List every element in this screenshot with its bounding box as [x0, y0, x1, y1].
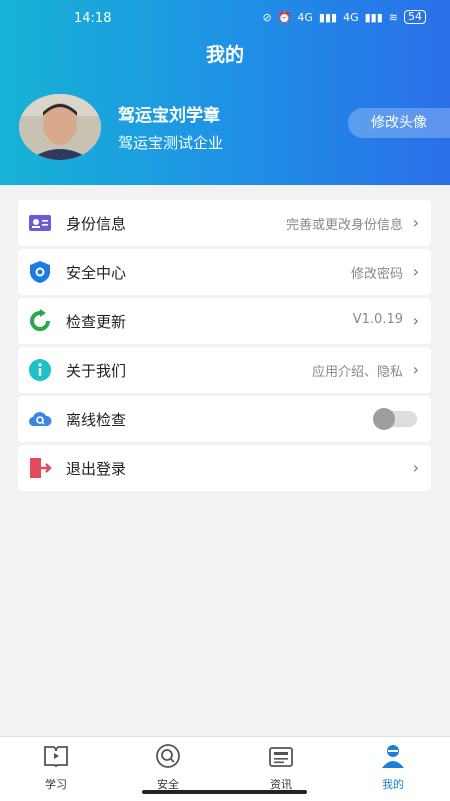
avatar-photo — [19, 94, 101, 160]
menu-item-label: 安全中心 — [66, 264, 127, 282]
home-indicator — [142, 790, 307, 794]
signal-2-icon: ▮▮▮ — [364, 10, 383, 24]
menu-item-logout[interactable]: 退出登录 › — [18, 445, 431, 491]
user-company: 驾运宝测试企业 — [118, 134, 224, 152]
offline-check-toggle[interactable] — [373, 408, 417, 430]
menu-item-value: V1.0.19 — [352, 312, 403, 327]
refresh-icon — [30, 309, 50, 331]
id-card-icon — [29, 215, 51, 231]
search-circle-icon — [156, 744, 180, 768]
shield-icon — [30, 261, 50, 283]
menu-item-label: 离线检查 — [66, 411, 127, 429]
news-icon — [269, 747, 293, 767]
menu-item-value: 完善或更改身份信息 — [285, 218, 403, 233]
status-bar: 14:18 ⊘ ⏰ 4G ▮▮▮ 4G ▮▮▮ ≋ 54 — [0, 8, 450, 32]
tab-label: 学习 — [45, 778, 67, 791]
menu-item-value: 修改密码 — [350, 267, 403, 282]
cloud-search-icon — [28, 412, 52, 427]
chevron-right-icon: › — [412, 213, 419, 232]
alarm-icon: ⏰ — [277, 10, 292, 24]
user-icon — [382, 745, 404, 768]
tab-mine[interactable]: 我的 — [353, 743, 433, 792]
page-title: 我的 — [205, 44, 244, 66]
signal-2-label: 4G — [343, 10, 359, 24]
menu-item-label: 身份信息 — [66, 215, 127, 233]
chevron-right-icon: › — [412, 262, 419, 281]
menu-item-security[interactable]: 安全中心 修改密码 › — [18, 249, 431, 295]
avatar[interactable] — [19, 94, 101, 160]
tab-news[interactable]: 资讯 — [241, 743, 321, 792]
book-icon — [44, 746, 68, 768]
settings-menu: 身份信息 完善或更改身份信息 › 安全中心 修改密码 › 检查更新 V1.0.1… — [18, 200, 431, 494]
signal-1-icon: ▮▮▮ — [318, 10, 338, 24]
battery-icon: 54 — [404, 10, 426, 24]
tab-study[interactable]: 学习 — [16, 743, 96, 792]
profile-header: 14:18 ⊘ ⏰ 4G ▮▮▮ 4G ▮▮▮ ≋ 54 我的 驾运宝刘学章 驾… — [0, 0, 450, 185]
tab-safety[interactable]: 安全 — [128, 743, 208, 792]
info-icon — [29, 359, 51, 381]
user-name: 驾运宝刘学章 — [118, 106, 220, 126]
menu-item-value: 应用介绍、隐私 — [311, 365, 403, 380]
menu-item-label: 关于我们 — [66, 362, 127, 380]
chevron-right-icon: › — [412, 360, 419, 379]
menu-item-check-update[interactable]: 检查更新 V1.0.19 › — [18, 298, 431, 344]
wifi-icon: ≋ — [388, 10, 398, 24]
tab-label: 我的 — [382, 778, 404, 791]
menu-item-about[interactable]: 关于我们 应用介绍、隐私 › — [18, 347, 431, 393]
exit-icon — [30, 458, 52, 478]
status-time: 14:18 — [74, 11, 112, 26]
change-avatar-button[interactable]: 修改头像 — [348, 108, 450, 138]
menu-item-label: 退出登录 — [66, 460, 127, 478]
chevron-right-icon: › — [412, 458, 419, 477]
menu-item-offline-check: 离线检查 — [18, 396, 431, 442]
toggle-knob — [373, 408, 395, 430]
chevron-right-icon: › — [412, 311, 419, 330]
mute-icon: ⊘ — [262, 10, 272, 24]
menu-item-label: 检查更新 — [66, 313, 127, 331]
menu-item-identity[interactable]: 身份信息 完善或更改身份信息 › — [18, 200, 431, 246]
signal-1-label: 4G — [297, 10, 313, 24]
status-icons: ⊘ ⏰ 4G ▮▮▮ 4G ▮▮▮ ≋ 54 — [262, 10, 426, 24]
